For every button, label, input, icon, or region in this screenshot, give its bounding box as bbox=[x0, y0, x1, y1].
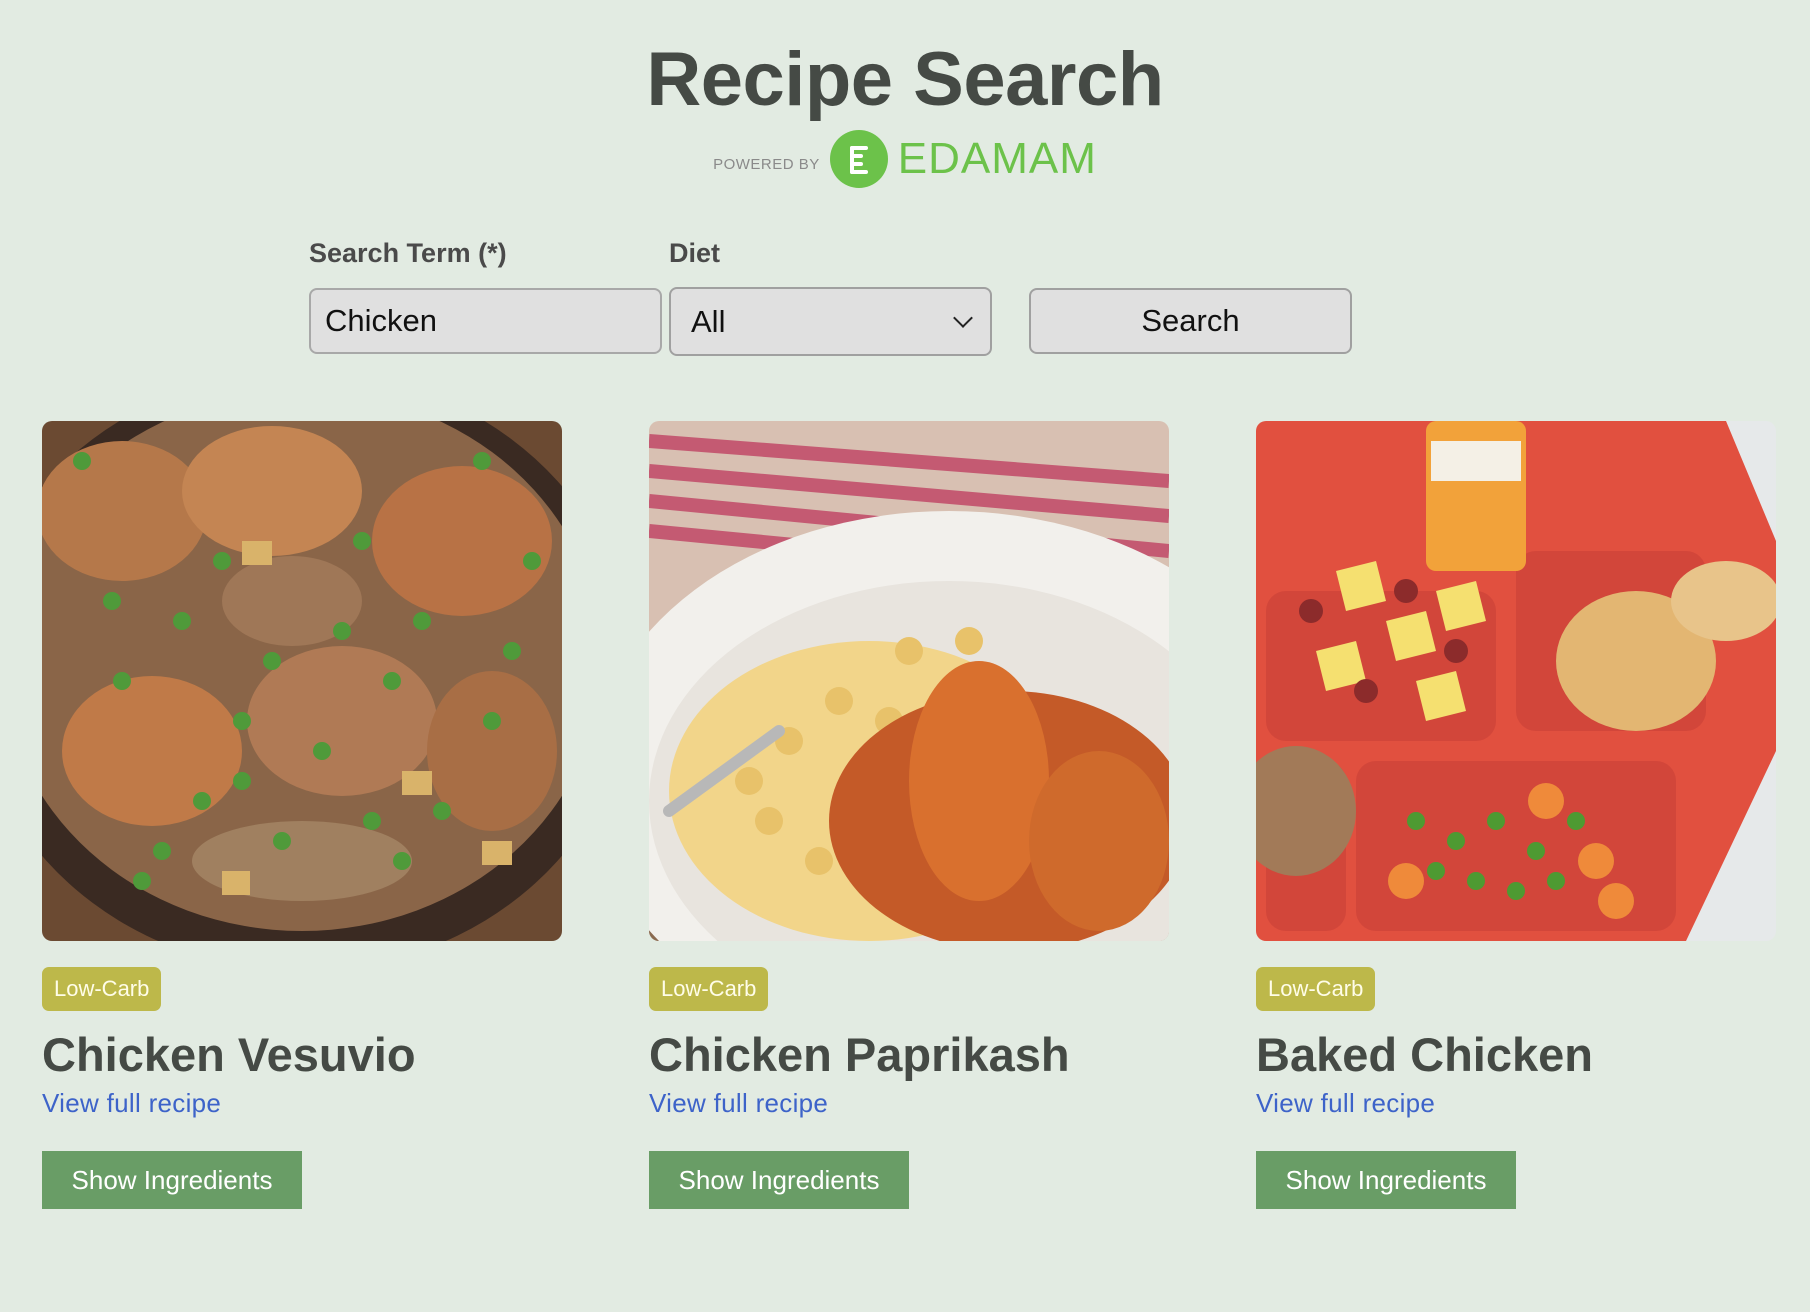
page-title: Recipe Search bbox=[646, 37, 1164, 122]
diet-badge: Low-Carb bbox=[42, 967, 162, 1011]
chicken-paprikash-photo bbox=[649, 421, 1169, 941]
edamam-brand-name: EDAMAM bbox=[897, 134, 1097, 183]
show-ingredients-button[interactable]: Show Ingredients bbox=[649, 1151, 909, 1209]
diet-badge: Low-Carb bbox=[649, 967, 769, 1011]
view-full-recipe-link[interactable]: View full recipe bbox=[649, 1088, 828, 1119]
powered-by-edamam: POWERED BY EDAMAM bbox=[0, 130, 1810, 188]
diet-select[interactable]: All bbox=[669, 287, 992, 356]
recipe-image[interactable] bbox=[1256, 421, 1776, 941]
recipe-title: Chicken Vesuvio bbox=[42, 1028, 416, 1081]
search-term-input[interactable] bbox=[309, 288, 662, 354]
diet-label: Diet bbox=[669, 238, 721, 268]
diet-selected-value: All bbox=[691, 303, 726, 339]
baked-chicken-tray-photo bbox=[1256, 421, 1776, 941]
show-ingredients-button[interactable]: Show Ingredients bbox=[42, 1151, 302, 1209]
search-term-label: Search Term (*) bbox=[309, 238, 507, 268]
edamam-logo-icon bbox=[829, 130, 888, 188]
recipe-image[interactable] bbox=[649, 421, 1169, 941]
recipe-title: Chicken Paprikash bbox=[649, 1028, 1070, 1081]
diet-badge: Low-Carb bbox=[1256, 967, 1376, 1011]
view-full-recipe-link[interactable]: View full recipe bbox=[1256, 1088, 1435, 1119]
show-ingredients-button[interactable]: Show Ingredients bbox=[1256, 1151, 1516, 1209]
recipe-card: Low-Carb Chicken Paprikash View full rec… bbox=[649, 421, 1169, 1209]
recipe-card: Low-Carb Baked Chicken View full recipe … bbox=[1256, 421, 1776, 1209]
chicken-vesuvio-photo bbox=[42, 421, 562, 941]
powered-by-label: POWERED BY bbox=[713, 155, 820, 173]
view-full-recipe-link[interactable]: View full recipe bbox=[42, 1088, 221, 1119]
recipe-title: Baked Chicken bbox=[1256, 1028, 1593, 1081]
recipe-image[interactable] bbox=[42, 421, 562, 941]
search-button[interactable]: Search bbox=[1029, 288, 1352, 354]
chevron-down-icon bbox=[953, 307, 973, 328]
recipe-card: Low-Carb Chicken Vesuvio View full recip… bbox=[42, 421, 562, 1209]
